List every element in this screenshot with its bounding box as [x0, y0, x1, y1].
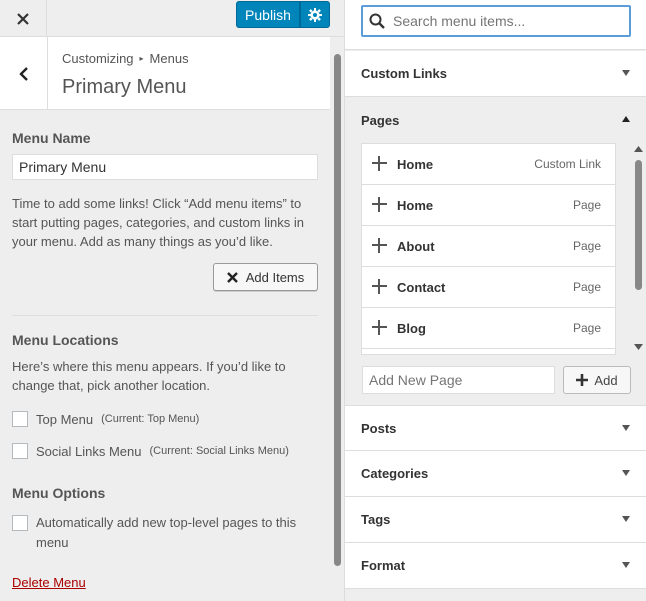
social-links-menu-checkbox[interactable] — [12, 443, 28, 459]
add-page-button-label: Add — [594, 372, 618, 388]
pages-scrollbar-thumb[interactable] — [635, 160, 642, 290]
list-item[interactable]: Home Page — [362, 185, 615, 226]
chevron-left-icon — [18, 66, 28, 81]
menu-options-label: Menu Options — [12, 485, 106, 501]
item-title: Home — [397, 197, 434, 213]
section-format-label: Format — [361, 558, 406, 573]
chevron-up-icon — [622, 116, 630, 122]
back-button[interactable] — [0, 37, 48, 110]
chevron-down-icon — [622, 70, 630, 76]
top-menu-checkbox[interactable] — [12, 411, 28, 427]
section-posts-label: Posts — [361, 420, 397, 436]
search-box[interactable] — [361, 5, 631, 37]
section-format[interactable]: Format — [345, 543, 646, 589]
close-icon — [226, 271, 238, 283]
close-icon — [17, 12, 29, 25]
breadcrumb-separator-icon: ▸ — [139, 54, 144, 63]
section-posts[interactable]: Posts — [345, 405, 646, 451]
item-title: Home — [397, 156, 434, 172]
plus-icon — [372, 197, 387, 212]
item-title: Blog — [397, 320, 426, 336]
plus-icon — [372, 156, 387, 171]
social-links-menu-label: Social Links Menu — [36, 443, 142, 459]
publish-button[interactable]: Publish — [236, 1, 300, 28]
section-custom-links-label: Custom Links — [361, 66, 447, 81]
item-type: Page — [572, 198, 601, 212]
chevron-down-icon — [622, 470, 630, 476]
list-item[interactable]: Contact Page — [362, 267, 615, 308]
section-header: Customizing ▸ Menus Primary Menu — [0, 37, 330, 110]
list-item[interactable]: Blog Page — [362, 308, 615, 349]
item-type: Page — [572, 321, 601, 335]
section-tags-label: Tags — [361, 512, 391, 527]
auto-add-pages-label: Automatically add new top-level pages to… — [36, 515, 297, 550]
close-button[interactable] — [0, 0, 47, 37]
section-pages[interactable]: Pages — [345, 97, 646, 143]
item-type: Custom Link — [534, 157, 601, 171]
pages-list: Home Custom Link Home Page About Page Co… — [361, 143, 616, 355]
item-title: Contact — [397, 279, 446, 295]
menu-name-field[interactable] — [12, 154, 318, 180]
chevron-down-icon — [622, 516, 630, 522]
menu-name-label: Menu Name — [12, 130, 91, 146]
chevron-down-icon — [622, 562, 630, 568]
section-categories[interactable]: Categories — [345, 451, 646, 497]
delete-menu-link[interactable]: Delete Menu — [12, 575, 86, 590]
top-menu-label: Top Menu — [36, 411, 94, 427]
location-top-menu: Top Menu (Current: Top Menu) — [12, 411, 199, 427]
social-links-menu-current: (Current: Social Links Menu) — [149, 445, 289, 457]
breadcrumb: Customizing ▸ Menus — [62, 51, 189, 66]
menu-settings-panel: Publish Customizing ▸ Menus Primary Menu… — [0, 0, 345, 601]
item-title: About — [397, 238, 435, 254]
add-new-page-input[interactable] — [362, 366, 555, 394]
search-icon — [369, 13, 385, 29]
menu-locations-text: Here’s where this menu appears. If you’d… — [12, 359, 286, 393]
menu-intro-text: Time to add some links! Click “Add menu … — [12, 196, 304, 249]
list-item[interactable]: About Page — [362, 226, 615, 267]
scroll-up-icon[interactable] — [634, 146, 643, 152]
plus-icon — [372, 279, 387, 294]
plus-icon — [576, 374, 589, 386]
available-menu-items-panel: Custom Links Pages Home Custom Link Home… — [345, 0, 646, 601]
plus-icon — [372, 238, 387, 253]
section-tags[interactable]: Tags — [345, 497, 646, 543]
section-pages-label: Pages — [361, 112, 400, 128]
section-categories-label: Categories — [361, 466, 429, 481]
plus-icon — [372, 320, 387, 335]
publish-settings-button[interactable] — [300, 1, 330, 28]
item-type: Page — [572, 239, 601, 253]
section-custom-links[interactable]: Custom Links — [345, 51, 646, 97]
add-items-button[interactable]: Add Items — [213, 263, 318, 291]
add-page-button[interactable]: Add — [563, 366, 631, 394]
list-item[interactable]: Home Custom Link — [362, 144, 615, 185]
location-social-links-menu: Social Links Menu (Current: Social Links… — [12, 443, 289, 459]
customizer-topbar: Publish — [0, 0, 344, 37]
gear-icon — [308, 7, 322, 22]
page-title: Primary Menu — [62, 76, 187, 98]
breadcrumb-root: Customizing — [62, 51, 134, 66]
item-type: Page — [572, 280, 601, 294]
menu-locations-label: Menu Locations — [12, 332, 119, 348]
breadcrumb-current: Menus — [149, 51, 189, 66]
scroll-down-icon[interactable] — [634, 344, 643, 350]
left-scrollbar-thumb[interactable] — [334, 54, 341, 566]
divider — [12, 315, 318, 316]
auto-add-pages-option: Automatically add new top-level pages to… — [12, 515, 306, 553]
search-input[interactable] — [393, 13, 613, 29]
add-items-label: Add Items — [245, 269, 305, 285]
top-menu-current: (Current: Top Menu) — [101, 413, 200, 425]
auto-add-pages-checkbox[interactable] — [12, 515, 28, 531]
chevron-down-icon — [622, 425, 630, 431]
search-area — [345, 0, 646, 50]
